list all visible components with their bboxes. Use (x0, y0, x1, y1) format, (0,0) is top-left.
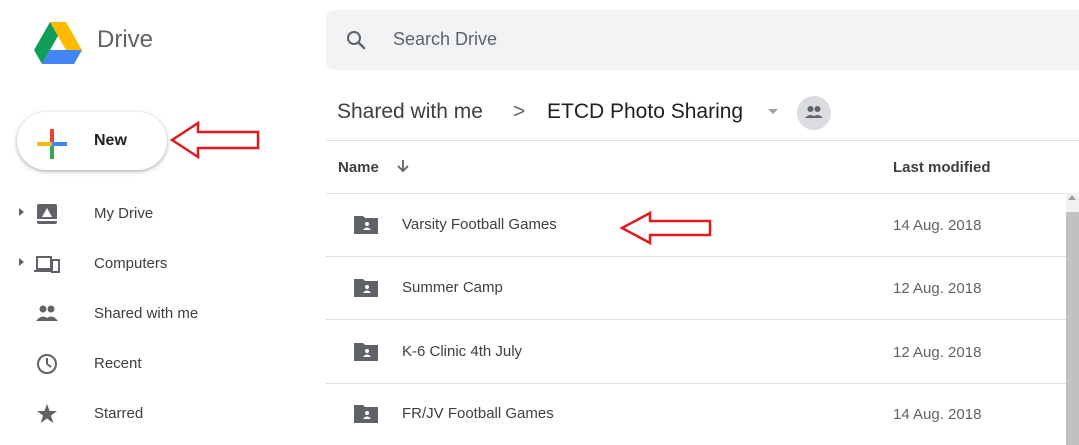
shared-folder-icon (354, 279, 378, 297)
search-icon[interactable] (344, 28, 368, 52)
chevron-down-icon[interactable] (768, 109, 778, 114)
sidebar-item-my-drive[interactable]: My Drive (0, 189, 300, 239)
file-row[interactable]: Summer Camp 12 Aug. 2018 (326, 256, 1066, 320)
sidebar-item-computers[interactable]: Computers (0, 239, 300, 289)
annotation-arrow-icon (170, 120, 260, 160)
my-drive-icon (37, 204, 57, 224)
column-header-last-modified[interactable]: Last modified (893, 159, 991, 176)
shared-folder-badge[interactable] (797, 96, 831, 130)
shared-folder-icon (354, 216, 378, 234)
expand-arrow-icon[interactable] (19, 208, 24, 216)
file-modified-date: 12 Aug. 2018 (893, 344, 982, 361)
star-icon (37, 404, 57, 423)
people-icon (805, 106, 823, 118)
sidebar-item-recent[interactable]: Recent (0, 339, 300, 389)
breadcrumb-current-folder[interactable]: ETCD Photo Sharing (547, 100, 743, 124)
sidebar-item-label: Shared with me (94, 305, 199, 322)
sidebar-item-label: Starred (94, 405, 144, 422)
search-input[interactable]: Search Drive (393, 29, 497, 50)
file-name: FR/JV Football Games (402, 405, 554, 422)
breadcrumb-separator: > (513, 100, 526, 123)
sidebar-item-shared-with-me[interactable]: Shared with me (0, 289, 300, 339)
sidebar-item-starred[interactable]: Starred (0, 389, 300, 439)
scroll-up-arrow-icon[interactable] (1068, 195, 1076, 200)
expand-arrow-icon[interactable] (19, 258, 24, 266)
file-modified-date: 14 Aug. 2018 (893, 217, 982, 234)
file-modified-date: 14 Aug. 2018 (893, 406, 982, 423)
computers-icon (34, 256, 60, 273)
breadcrumb-shared-with-me[interactable]: Shared with me (337, 100, 483, 124)
sidebar-item-label: My Drive (94, 205, 154, 222)
annotation-arrow-icon (620, 210, 712, 246)
app-title: Drive (97, 26, 154, 53)
file-name: K-6 Clinic 4th July (402, 343, 523, 360)
shared-folder-icon (354, 343, 378, 361)
shared-folder-icon (354, 405, 378, 423)
file-row[interactable]: FR/JV Football Games 14 Aug. 2018 (326, 382, 1066, 445)
new-button-label: New (94, 132, 127, 149)
clock-icon (37, 354, 57, 374)
arrow-down-icon[interactable] (395, 158, 411, 174)
file-name: Varsity Football Games (402, 216, 557, 233)
plus-icon (37, 129, 67, 159)
drive-logo-icon[interactable] (34, 22, 82, 64)
sidebar-item-label: Computers (94, 255, 168, 272)
file-row[interactable]: K-6 Clinic 4th July 12 Aug. 2018 (326, 320, 1066, 384)
scrollbar-thumb[interactable] (1066, 212, 1079, 445)
people-icon (36, 305, 58, 321)
file-name: Summer Camp (402, 279, 503, 296)
file-modified-date: 12 Aug. 2018 (893, 280, 982, 297)
sidebar-item-label: Recent (94, 355, 142, 372)
column-header-name[interactable]: Name (338, 159, 379, 176)
